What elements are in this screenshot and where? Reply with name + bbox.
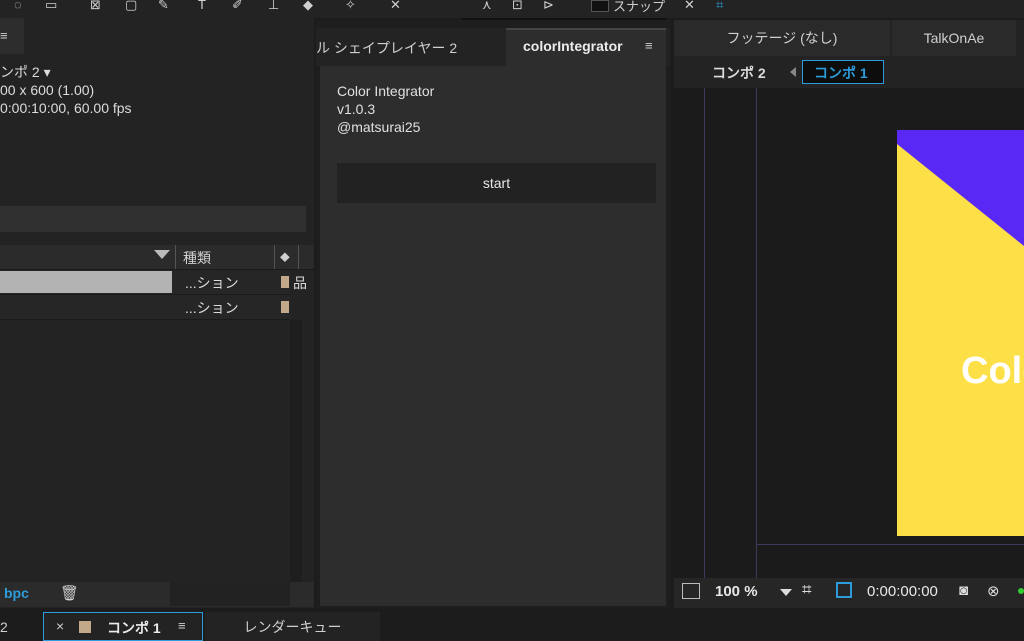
snap-target-icon[interactable]: ⌗ — [716, 0, 723, 12]
footer-spacer — [170, 582, 290, 606]
axis-icon[interactable]: ⋏ — [482, 0, 492, 12]
tab-shape-layer[interactable]: ル シェイプレイヤー 2 — [316, 28, 506, 66]
row-type: ...ション — [185, 300, 239, 316]
panel-menu-icon[interactable]: ≡ — [645, 38, 653, 53]
tab-label: ル シェイプレイヤー 2 — [316, 40, 458, 56]
panel-menu-icon[interactable]: ≡ — [178, 618, 186, 633]
mask-visibility-icon[interactable] — [836, 582, 852, 598]
label-column-icon[interactable]: ⬥ — [280, 248, 290, 265]
mask-tool-icon[interactable]: ▢ — [125, 0, 137, 12]
comp-name[interactable]: ンポ 2 ▾ — [0, 63, 310, 81]
snap-label: スナップ — [613, 0, 666, 14]
axis-world-icon[interactable]: ⊡ — [512, 0, 523, 12]
project-scrollbar[interactable] — [290, 320, 302, 582]
timecode[interactable]: 0:00:00:00 — [867, 583, 938, 600]
tab-comp-1[interactable]: × コンポ 1 ≡ — [43, 612, 203, 641]
label-color-chip[interactable] — [281, 276, 289, 288]
tab-color-integrator[interactable]: colorIntegrator ≡ — [506, 28, 666, 66]
trash-icon[interactable]: 🗑 — [60, 584, 79, 602]
project-footer: bpc 🗑 — [0, 582, 314, 607]
breadcrumb-arrow-icon — [790, 67, 796, 77]
plugin-version: v1.0.3 — [337, 101, 376, 117]
snap-checkbox[interactable] — [591, 0, 609, 12]
column-divider — [274, 245, 275, 269]
puppet-tool-icon[interactable]: ⊠ — [90, 0, 101, 12]
snap-option-icon[interactable]: ✕ — [684, 0, 695, 12]
type-tool-icon[interactable]: T — [198, 0, 206, 12]
row-selection-highlight — [0, 271, 172, 293]
toolbar: ◌ ▭ ⊠ ▢ ✎ T ✐ ⊥ ◆ ✧ ✕ ⋏ ⊡ ⊳ スナップ ✕ ⌗ — [0, 0, 1024, 22]
tab-label: フッテージ (なし) — [726, 30, 838, 46]
bpc-button[interactable]: bpc — [4, 585, 29, 601]
rectangle-tool-icon[interactable]: ▭ — [45, 0, 57, 12]
axis-view-icon[interactable]: ⊳ — [543, 0, 554, 12]
channel-icon[interactable] — [1018, 588, 1024, 594]
plugin-info: Color Integrator v1.0.3 @matsurai25 — [337, 82, 434, 136]
plugin-body — [320, 66, 666, 606]
brush-tool-icon[interactable]: ✐ — [232, 0, 243, 12]
ellipse-tool-icon[interactable]: ◌ — [14, 0, 22, 12]
close-icon[interactable]: × — [56, 618, 64, 634]
image-icon[interactable] — [682, 583, 700, 599]
plugin-name: Color Integrator — [337, 83, 435, 99]
plugin-author: @matsurai25 — [337, 119, 421, 135]
flowchart-icon[interactable]: 品 — [293, 273, 307, 293]
stamp-tool-icon[interactable]: ⊥ — [268, 0, 279, 12]
breadcrumb-comp-2[interactable]: コンポ 2 — [712, 63, 766, 83]
show-snapshot-icon[interactable]: ⊗ — [987, 582, 1000, 600]
column-divider — [298, 245, 299, 269]
viewer-footer: 100 % ⌗ 0:00:00:00 ◙ ⊗ — [674, 578, 1024, 608]
eraser-tool-icon[interactable]: ◆ — [303, 0, 313, 12]
tab-fragment[interactable]: 2 — [0, 612, 8, 641]
comp-size: 00 x 600 (1.00) — [0, 82, 95, 98]
project-row[interactable]: ...ション — [0, 295, 290, 320]
tab-render-queue[interactable]: レンダーキュー — [205, 612, 380, 641]
pen-tool-icon[interactable]: ✎ — [158, 0, 169, 12]
tab-label: コンポ 1 — [107, 620, 161, 636]
type-column-header[interactable]: 種類 — [183, 248, 211, 268]
panel-menu-icon[interactable]: ≡ — [0, 28, 8, 43]
breadcrumb-comp-1[interactable]: コンポ 1 — [814, 63, 868, 83]
row-type: ...ション — [185, 275, 239, 291]
comp-canvas: Colo — [897, 130, 1024, 536]
tab-label: 2 — [0, 618, 8, 635]
roto-brush-icon[interactable]: ✧ — [345, 0, 356, 12]
sort-arrow-icon[interactable] — [154, 250, 170, 259]
resolution-icon[interactable]: ⌗ — [802, 580, 812, 600]
guide-line — [756, 544, 1024, 545]
start-button[interactable]: start — [337, 163, 656, 203]
zoom-level[interactable]: 100 % — [715, 583, 758, 600]
tab-label: レンダーキュー — [243, 618, 342, 635]
column-header-row: 種類 ⬥ — [0, 245, 314, 270]
zoom-dropdown-icon[interactable] — [780, 589, 792, 596]
label-color-chip[interactable] — [281, 301, 289, 313]
tab-footage[interactable]: フッテージ (なし) — [674, 20, 890, 56]
label-color-chip — [79, 621, 91, 633]
column-divider — [175, 245, 176, 269]
project-tab[interactable]: ≡ — [0, 18, 24, 54]
guide-line — [704, 88, 705, 578]
tab-label: TalkOnAe — [923, 30, 985, 46]
comp-duration: 0:00:10:00, 60.00 fps — [0, 100, 132, 116]
project-search-input[interactable] — [0, 206, 306, 232]
purple-shape — [897, 130, 1024, 246]
tab-talkonae[interactable]: TalkOnAe — [892, 20, 1016, 56]
tab-label: colorIntegrator — [523, 38, 623, 54]
comp-breadcrumb: コンポ 2 コンポ 1 — [674, 58, 1024, 88]
canvas-text: Colo — [961, 350, 1024, 392]
snapshot-icon[interactable]: ◙ — [959, 582, 968, 599]
guide-line — [756, 88, 757, 578]
puppet-pin-icon[interactable]: ✕ — [390, 0, 401, 12]
project-row[interactable]: ...ション — [0, 270, 290, 295]
comp-info: ンポ 2 ▾ 00 x 600 (1.00) 0:00:10:00, 60.00… — [0, 63, 310, 117]
